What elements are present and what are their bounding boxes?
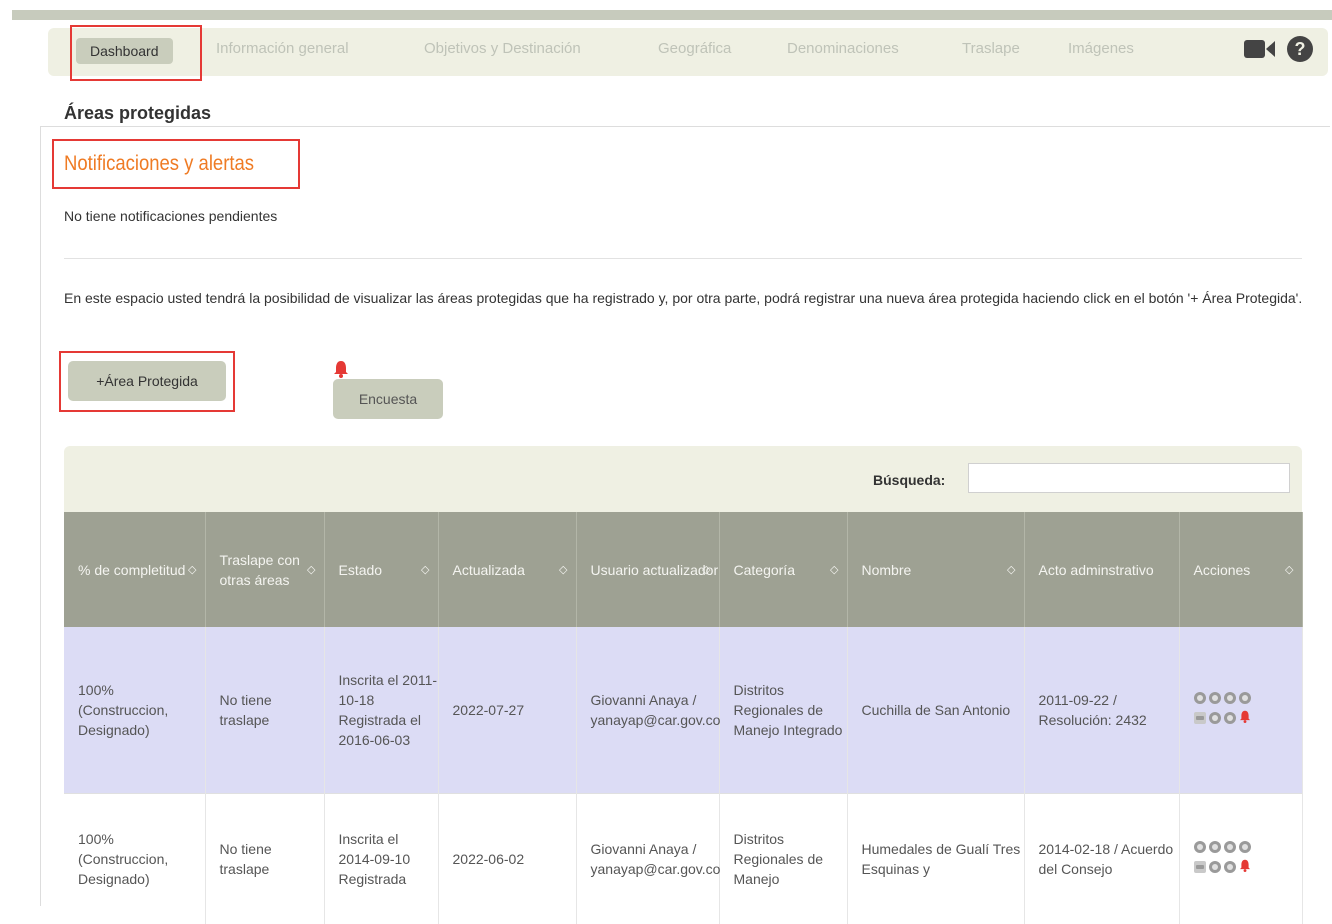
divider [64, 258, 1302, 259]
cell-traslape: No tiene traslape [205, 794, 324, 924]
delete-icon[interactable] [1194, 841, 1206, 853]
cell-nombre: Humedales de Gualí Tres Esquinas y [847, 794, 1024, 924]
download-icon[interactable] [1224, 712, 1236, 724]
cell-actualizada: 2022-07-27 [438, 627, 576, 794]
table-row: 100% (Construccion, Designado) No tiene … [64, 794, 1302, 924]
survey-button[interactable]: Encuesta [333, 379, 443, 419]
sort-icon: ◇ [1007, 560, 1015, 580]
help-icon[interactable]: ? [1286, 35, 1314, 68]
search-label: Búsqueda: [873, 472, 945, 488]
sort-icon: ◇ [702, 560, 710, 580]
alert-bell-icon[interactable] [1239, 708, 1251, 728]
tab-informacion-general[interactable]: Información general [216, 40, 349, 57]
edit-icon[interactable] [1209, 841, 1221, 853]
video-camera-icon[interactable] [1244, 38, 1276, 65]
tab-imagenes[interactable]: Imágenes [1068, 40, 1134, 57]
sort-icon: ◇ [307, 560, 315, 580]
page-title: Áreas protegidas [64, 103, 211, 124]
highlight-dashboard [70, 25, 202, 81]
cell-categoria: Distritos Regionales de Manejo Integrado [719, 627, 847, 794]
cell-traslape: No tiene traslape [205, 627, 324, 794]
sort-icon: ◇ [830, 560, 838, 580]
search-input[interactable] [968, 463, 1290, 493]
cell-usuario: Giovanni Anaya / yanayap@car.gov.co [576, 627, 719, 794]
download-icon[interactable] [1224, 861, 1236, 873]
protected-areas-table: % de completitud◇ Traslape con otras áre… [64, 512, 1303, 924]
tab-traslape[interactable]: Traslape [962, 40, 1020, 57]
column-header-acto: Acto adminstrativo [1024, 512, 1179, 627]
view-icon[interactable] [1209, 861, 1221, 873]
check-icon[interactable] [1239, 692, 1251, 704]
column-header-nombre[interactable]: Nombre◇ [847, 512, 1024, 627]
description-text: En este espacio usted tendrá la posibili… [64, 286, 1304, 311]
column-header-traslape[interactable]: Traslape con otras áreas◇ [205, 512, 324, 627]
cell-acto: 2014-02-18 / Acuerdo del Consejo [1024, 794, 1179, 924]
cell-usuario: Giovanni Anaya / yanayap@car.gov.co [576, 794, 719, 924]
tab-objetivos-destinacion[interactable]: Objetivos y Destinación [424, 40, 581, 57]
column-header-estado[interactable]: Estado◇ [324, 512, 438, 627]
panel-border-top [40, 126, 1330, 127]
table-row: 100% (Construccion, Designado) No tiene … [64, 627, 1302, 794]
panel-border [40, 126, 41, 906]
column-header-categoria[interactable]: Categoría◇ [719, 512, 847, 627]
cell-acciones [1179, 627, 1302, 794]
cell-acciones [1179, 794, 1302, 924]
cell-completitud: 100% (Construccion, Designado) [64, 627, 205, 794]
sort-icon: ◇ [188, 560, 196, 580]
cell-actualizada: 2022-06-02 [438, 794, 576, 924]
view-icon[interactable] [1209, 712, 1221, 724]
column-header-usuario[interactable]: Usuario actualizador◇ [576, 512, 719, 627]
tab-denominaciones[interactable]: Denominaciones [787, 40, 899, 57]
cell-nombre: Cuchilla de San Antonio [847, 627, 1024, 794]
cell-estado: Inscrita el 2011-10-18 Registrada el 201… [324, 627, 438, 794]
image-icon[interactable] [1194, 712, 1206, 724]
column-header-acciones[interactable]: Acciones◇ [1179, 512, 1302, 627]
column-header-actualizada[interactable]: Actualizada◇ [438, 512, 576, 627]
add-icon[interactable] [1224, 692, 1236, 704]
tab-geografica[interactable]: Geográfica [658, 40, 731, 57]
alert-bell-icon[interactable] [1239, 857, 1251, 877]
highlight-add-button [59, 351, 235, 412]
check-icon[interactable] [1239, 841, 1251, 853]
delete-icon[interactable] [1194, 692, 1206, 704]
edit-icon[interactable] [1209, 692, 1221, 704]
image-icon[interactable] [1194, 861, 1206, 873]
cell-estado: Inscrita el 2014-09-10 Registrada [324, 794, 438, 924]
sort-icon: ◇ [559, 560, 567, 580]
svg-text:?: ? [1295, 39, 1306, 59]
top-strip [12, 10, 1332, 20]
column-header-completitud[interactable]: % de completitud◇ [64, 512, 205, 627]
top-navigation: Dashboard Información general Objetivos … [48, 28, 1328, 76]
sort-icon: ◇ [1285, 560, 1293, 580]
sort-icon: ◇ [421, 560, 429, 580]
cell-categoria: Distritos Regionales de Manejo [719, 794, 847, 924]
no-notifications-text: No tiene notificaciones pendientes [64, 208, 277, 224]
cell-completitud: 100% (Construccion, Designado) [64, 794, 205, 924]
highlight-notifications [52, 139, 300, 189]
add-icon[interactable] [1224, 841, 1236, 853]
cell-acto: 2011-09-22 / Resolución: 2432 [1024, 627, 1179, 794]
